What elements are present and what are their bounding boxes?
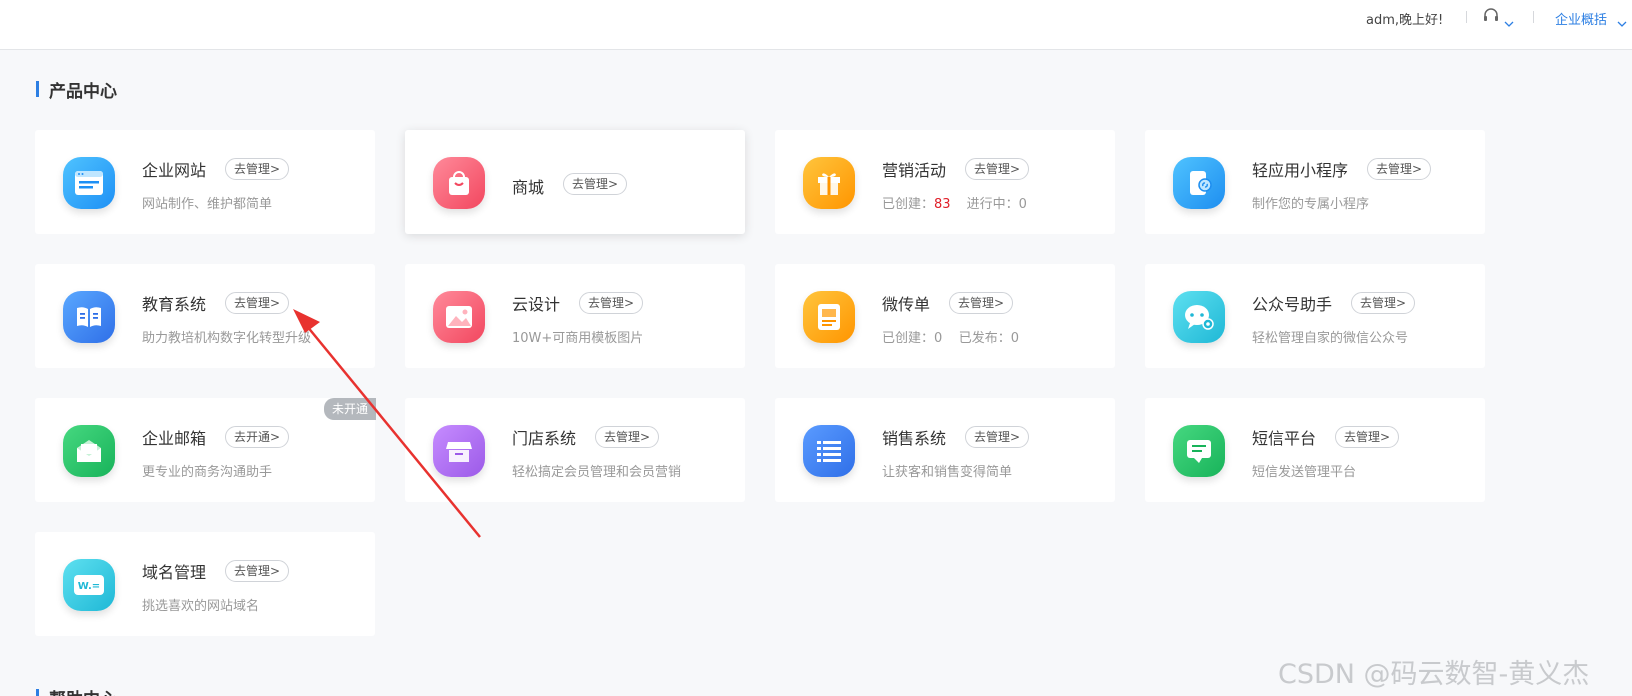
watermark-text: CSDN @码云数智-黄义杰 [1278, 659, 1590, 690]
annotation-arrow [293, 309, 481, 538]
